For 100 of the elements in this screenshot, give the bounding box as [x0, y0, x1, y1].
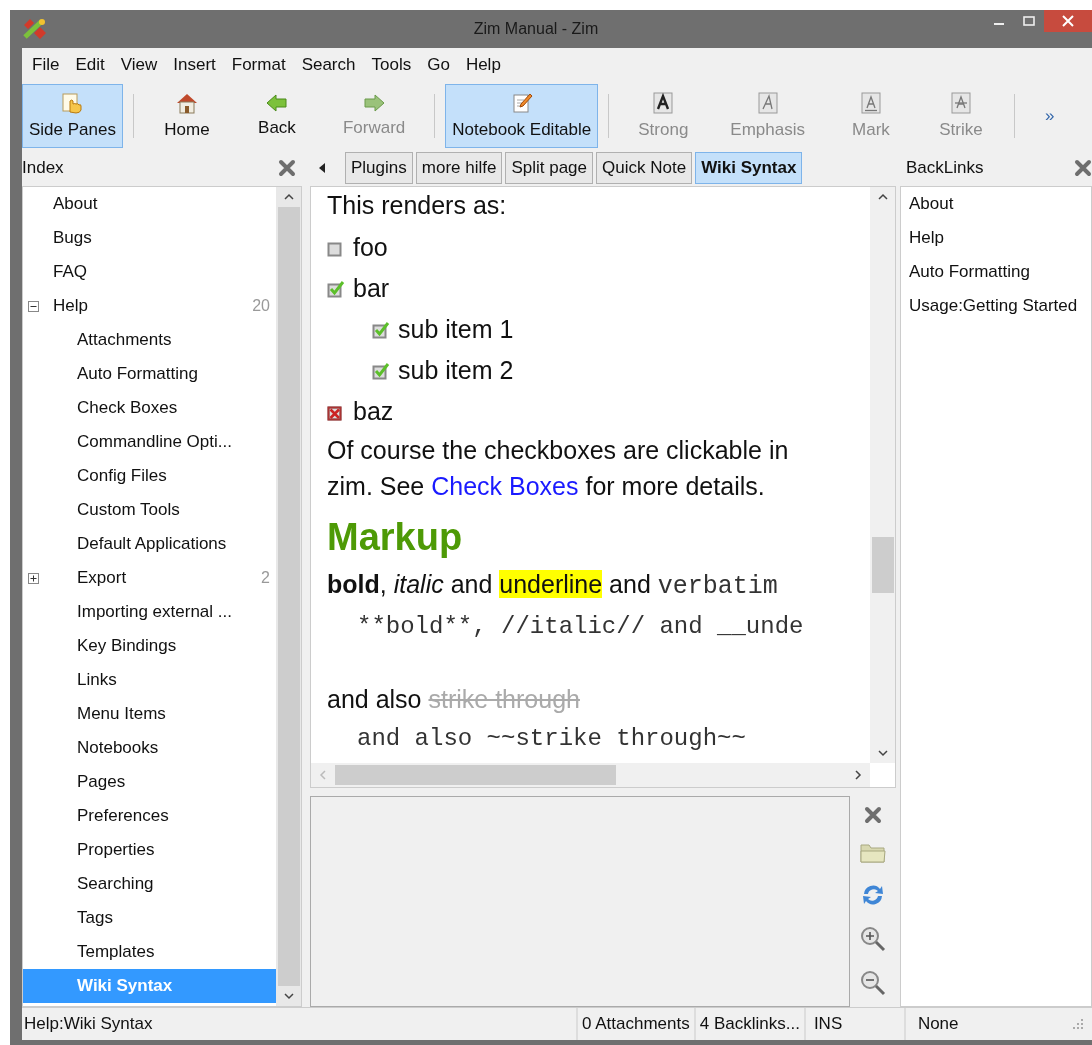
paragraph: bold, italic and underline and verbatim — [327, 569, 779, 603]
menu-item[interactable]: Help — [457, 53, 509, 77]
path-button[interactable]: Wiki Syntax — [695, 152, 803, 184]
path-button[interactable]: Plugins — [345, 152, 413, 184]
backlink-item[interactable]: Auto Formatting — [901, 255, 1091, 289]
scroll-down-icon[interactable] — [877, 749, 888, 757]
scroll-left-icon[interactable] — [318, 163, 326, 173]
letter-format-icon — [951, 92, 971, 114]
tree-item[interactable]: Menu Items — [23, 697, 276, 731]
tree-item[interactable]: Importing external ... — [23, 595, 276, 629]
tree-item[interactable]: Default Applications — [23, 527, 276, 561]
checked-box-icon[interactable] — [372, 361, 390, 380]
menu-item[interactable]: Tools — [363, 53, 420, 77]
code-line: and also ~~strike through~~ — [356, 724, 747, 754]
maximize-icon[interactable] — [1023, 16, 1035, 26]
scroll-up-icon[interactable] — [283, 193, 294, 201]
overflow-button[interactable]: » — [1039, 105, 1061, 127]
scrollbar[interactable] — [870, 187, 895, 763]
scroll-right-icon[interactable] — [854, 770, 862, 780]
notepad-pencil-icon — [510, 92, 533, 114]
close-icon[interactable] — [1074, 159, 1092, 177]
letter-format-icon — [653, 92, 674, 114]
checked-box-icon[interactable] — [372, 320, 390, 339]
tree-item[interactable]: Notebooks — [23, 731, 276, 765]
toolbar-button[interactable]: Home — [151, 84, 222, 148]
tree-item[interactable]: Custom Tools — [23, 493, 276, 527]
zoom-out-icon[interactable] — [860, 970, 886, 996]
checklist-item: bar — [353, 274, 390, 303]
app-icon — [22, 17, 48, 41]
hand-pointer-icon — [61, 92, 84, 114]
tree-item[interactable]: Bugs — [23, 221, 276, 255]
tree-item[interactable]: Searching — [23, 867, 276, 901]
path-button[interactable]: Quick Note — [596, 152, 693, 184]
tree-item[interactable]: Check Boxes — [23, 391, 276, 425]
tree-item[interactable]: Help — [23, 289, 88, 323]
scroll-up-icon[interactable] — [877, 193, 888, 201]
tree-item[interactable]: Attachments — [23, 323, 276, 357]
tree-item[interactable]: FAQ — [23, 255, 276, 289]
tree-item[interactable]: Auto Formatting — [23, 357, 276, 391]
zoom-in-icon[interactable] — [860, 926, 886, 952]
scroll-down-icon[interactable] — [283, 992, 294, 1000]
path-button[interactable]: more hilfe — [415, 152, 503, 184]
collapse-icon[interactable] — [28, 300, 39, 312]
backlink-item[interactable]: Usage:Getting Started — [901, 289, 1091, 323]
tree-item[interactable]: Templates — [23, 935, 276, 969]
menu-item[interactable]: Search — [293, 53, 364, 77]
tree-item[interactable]: Key Bindings — [23, 629, 276, 663]
code-line: **bold**, //italic// and __unde — [356, 612, 805, 642]
path-button[interactable]: Split page — [505, 152, 594, 184]
page-count: 20 — [252, 297, 270, 315]
menu-item[interactable]: Format — [223, 53, 294, 77]
close-button[interactable] — [1044, 10, 1092, 32]
toolbar-button[interactable]: Back — [241, 84, 312, 148]
close-icon[interactable] — [864, 806, 882, 824]
back-arrow-icon — [265, 94, 288, 112]
window-title: Zim Manual - Zim — [472, 20, 600, 38]
forward-arrow-icon — [363, 94, 386, 112]
tree-item[interactable]: Tags — [23, 901, 276, 935]
tree-item[interactable]: About — [23, 187, 276, 221]
close-icon[interactable] — [278, 159, 296, 177]
tree-item[interactable]: Export — [23, 561, 127, 595]
menu-item[interactable]: File — [24, 53, 68, 77]
insert-mode: INS — [803, 1008, 904, 1040]
link[interactable]: Check Boxes — [431, 472, 579, 500]
scroll-thumb[interactable] — [871, 537, 894, 593]
paragraph: Of course the checkboxes are clickable in zim. See Check Boxes for more details. — [327, 435, 790, 502]
letter-format-icon — [861, 92, 881, 114]
tree-item[interactable]: Pages — [23, 765, 276, 799]
menu-item[interactable]: View — [112, 53, 166, 77]
checked-box-icon[interactable] — [327, 279, 345, 298]
tree-item[interactable]: Properties — [23, 833, 276, 867]
scrollbar[interactable] — [311, 763, 870, 787]
paragraph: and also strike through — [327, 684, 581, 715]
checklist-item: baz — [353, 397, 394, 426]
expand-icon[interactable] — [28, 572, 39, 584]
tree-item[interactable]: Links — [23, 663, 276, 697]
toolbar-button[interactable]: Notebook Editable — [445, 84, 599, 148]
scroll-thumb[interactable] — [335, 765, 617, 785]
heading: Markup — [327, 515, 464, 560]
page-count: 2 — [261, 569, 270, 587]
pane-title: Index — [22, 158, 64, 178]
checklist-item: foo — [353, 233, 388, 262]
letter-format-icon — [757, 92, 778, 114]
resize-grip-icon[interactable] — [1072, 1018, 1084, 1030]
menu-item[interactable]: Edit — [67, 53, 113, 77]
status-page: Help:Wiki Syntax — [23, 1013, 154, 1035]
menu-item[interactable]: Go — [419, 53, 458, 77]
backlink-item[interactable]: About — [901, 187, 1091, 221]
backlink-item[interactable]: Help — [901, 221, 1091, 255]
toolbar-button[interactable]: Side Panes — [22, 84, 123, 148]
checklist-item: sub item 1 — [398, 315, 514, 344]
tree-item[interactable]: Commandline Opti... — [23, 425, 276, 459]
tree-item[interactable]: Config Files — [23, 459, 276, 493]
paragraph: This renders as: — [327, 190, 508, 221]
pane-title: BackLinks — [906, 158, 984, 178]
checklist-item: sub item 2 — [398, 356, 514, 385]
status-style: None — [903, 1008, 1072, 1040]
close-icon — [1062, 15, 1074, 27]
menu-item[interactable]: Insert — [165, 53, 224, 77]
tree-item[interactable]: Preferences — [23, 799, 276, 833]
